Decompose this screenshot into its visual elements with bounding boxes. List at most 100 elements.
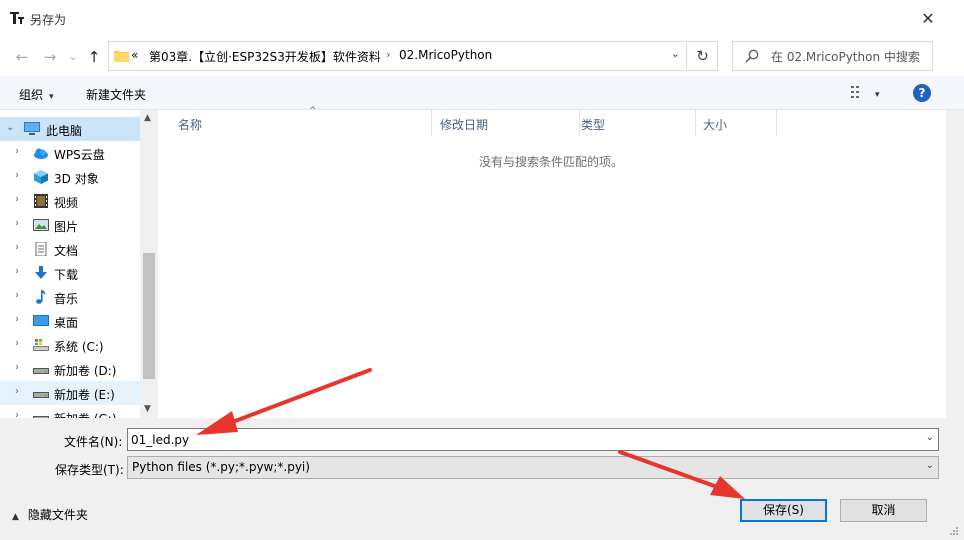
picture-icon [33,219,49,231]
chevron-right-icon[interactable]: › [15,386,19,397]
tree-item-label: 桌面 [54,316,79,330]
chevron-right-icon[interactable]: › [15,266,19,277]
scroll-up-icon[interactable]: ▲ [144,113,151,123]
chevron-up-icon: ▲ [12,512,19,522]
chevron-down-icon: ▾ [875,90,880,100]
search-icon [745,49,759,63]
help-icon[interactable]: ? [913,84,931,102]
navigation-scrollbar[interactable]: ▲ ▼ [140,110,158,418]
tree-item-drive-e[interactable]: › 新加卷 (E:) [0,381,140,405]
column-header-date[interactable]: 修改日期 [432,110,580,136]
column-size-label: 大小 [703,118,728,132]
column-header-type[interactable]: 类型 [573,110,696,136]
search-box[interactable]: 在 02.MricoPython 中搜索 [732,41,933,71]
cloud-icon [34,148,48,159]
chevron-right-icon[interactable]: › [15,410,19,418]
hide-folders-toggle[interactable]: ▲ 隐藏文件夹 [12,506,88,523]
back-button[interactable]: ← [11,46,33,68]
view-options-button[interactable]: ▾ [851,86,880,100]
tree-item-label: 新加卷 (E:) [54,388,115,402]
chevron-right-icon[interactable]: › [15,194,19,205]
tree-item-label: 3D 对象 [54,172,99,186]
navigation-pane: ⌄ 此电脑 › WPS云盘 › 3D 对象 › 视频 › 图片 › 文档 › 下… [0,110,158,418]
chevron-right-icon[interactable]: › [15,170,19,181]
column-type-label: 类型 [581,118,606,132]
tree-item-pictures[interactable]: › 图片 [0,213,140,237]
tree-item-label: 文档 [54,244,79,258]
filetype-select[interactable]: Python files (*.py;*.pyw;*.pyi) ⌄ [127,456,939,479]
organize-label: 组织 [19,88,44,102]
address-bar[interactable]: « 第03章.【立创·ESP32S3开发板】软件资料 › 02.MricoPyt… [108,41,687,71]
command-toolbar: 组织 ▾ 新建文件夹 ▾ ? [0,76,964,110]
tree-item-videos[interactable]: › 视频 [0,189,140,213]
chevron-right-icon[interactable]: › [15,362,19,373]
forward-button[interactable]: → [39,46,61,68]
navigation-bar: ← → ⌄ ↑ « 第03章.【立创·ESP32S3开发板】软件资料 › 02.… [0,37,964,76]
chevron-right-icon[interactable]: › [15,218,19,229]
organize-menu[interactable]: 组织 ▾ [19,86,54,103]
recent-locations-button[interactable]: ⌄ [62,46,84,68]
tree-item-music[interactable]: › 音乐 [0,285,140,309]
column-header-name[interactable]: 名称 ^ [170,106,432,136]
breadcrumb-chapter[interactable]: 第03章.【立创·ESP32S3开发板】软件资料 [149,48,381,65]
address-overflow[interactable]: « [131,48,138,62]
breadcrumb-current[interactable]: 02.MricoPython [399,48,492,62]
filetype-value: Python files (*.py;*.pyw;*.pyi) [132,460,310,474]
chevron-right-icon[interactable]: › [15,146,19,157]
tree-item-label: 视频 [54,196,79,210]
up-button[interactable]: ↑ [83,46,105,68]
tree-item-label: 新加卷 (G:) [54,410,117,418]
filename-input[interactable] [131,431,911,448]
title-bar: 另存为 ✕ [0,0,964,37]
tree-item-this-pc[interactable]: ⌄ 此电脑 [0,117,140,141]
desktop-icon [33,315,49,326]
tree-item-downloads[interactable]: › 下载 [0,261,140,285]
drive-icon [33,392,49,398]
search-input[interactable]: 在 02.MricoPython 中搜索 [771,48,920,65]
scrollbar-thumb[interactable] [143,253,155,379]
chevron-down-icon[interactable]: ⌄ [926,460,934,471]
tree-item-documents[interactable]: › 文档 [0,237,140,261]
tree-item-label: 音乐 [54,292,79,306]
tree-item-drive-c[interactable]: › 系统 (C:) [0,333,140,357]
column-name-label: 名称 [178,118,203,132]
cube-icon [34,170,48,184]
filename-field[interactable]: ⌄ [127,428,939,451]
computer-icon [24,122,40,135]
tree-item-label: 新加卷 (D:) [54,364,117,378]
cancel-button[interactable]: 取消 [840,499,927,522]
tree-item-label: 此电脑 [46,124,83,138]
refresh-button[interactable]: ↻ [688,41,718,71]
tree-item-label: 图片 [54,220,79,234]
tree-item-3d-objects[interactable]: › 3D 对象 [0,165,140,189]
chevron-down-icon[interactable]: ⌄ [6,122,14,133]
address-dropdown-icon[interactable]: ⌄ [671,47,680,60]
window-title: 另存为 [30,13,67,27]
resize-grip-icon[interactable] [946,526,960,538]
tree-item-drive-d[interactable]: › 新加卷 (D:) [0,357,140,381]
video-icon [34,194,48,208]
tree-item-drive-g[interactable]: › 新加卷 (G:) [0,405,140,418]
file-list[interactable]: 名称 ^ 修改日期 类型 大小 没有与搜索条件匹配的项。 [158,106,946,418]
save-button[interactable]: 保存(S) [740,499,827,522]
chevron-right-icon[interactable]: › [15,242,19,253]
tree-item-wps-cloud[interactable]: › WPS云盘 [0,141,140,165]
chevron-right-icon[interactable]: › [15,290,19,301]
chevron-right-icon[interactable]: › [15,314,19,325]
drive-icon [33,368,49,374]
filename-label: 文件名(N): [64,435,123,449]
scroll-down-icon[interactable]: ▼ [144,404,151,414]
save-form: 文件名(N): ⌄ 保存类型(T): Python files (*.py;*.… [0,418,964,540]
tree-item-label: 下载 [54,268,79,282]
column-header-size[interactable]: 大小 [695,110,777,136]
chevron-down-icon[interactable]: ⌄ [926,432,934,443]
empty-results-message: 没有与搜索条件匹配的项。 [478,155,623,169]
chevron-down-icon: ▾ [49,92,54,102]
app-icon [10,12,24,24]
column-date-label: 修改日期 [440,118,489,132]
tree-item-desktop[interactable]: › 桌面 [0,309,140,333]
folder-icon [114,51,129,62]
new-folder-button[interactable]: 新建文件夹 [86,86,146,103]
close-button[interactable]: ✕ [918,9,938,29]
chevron-right-icon[interactable]: › [15,338,19,349]
